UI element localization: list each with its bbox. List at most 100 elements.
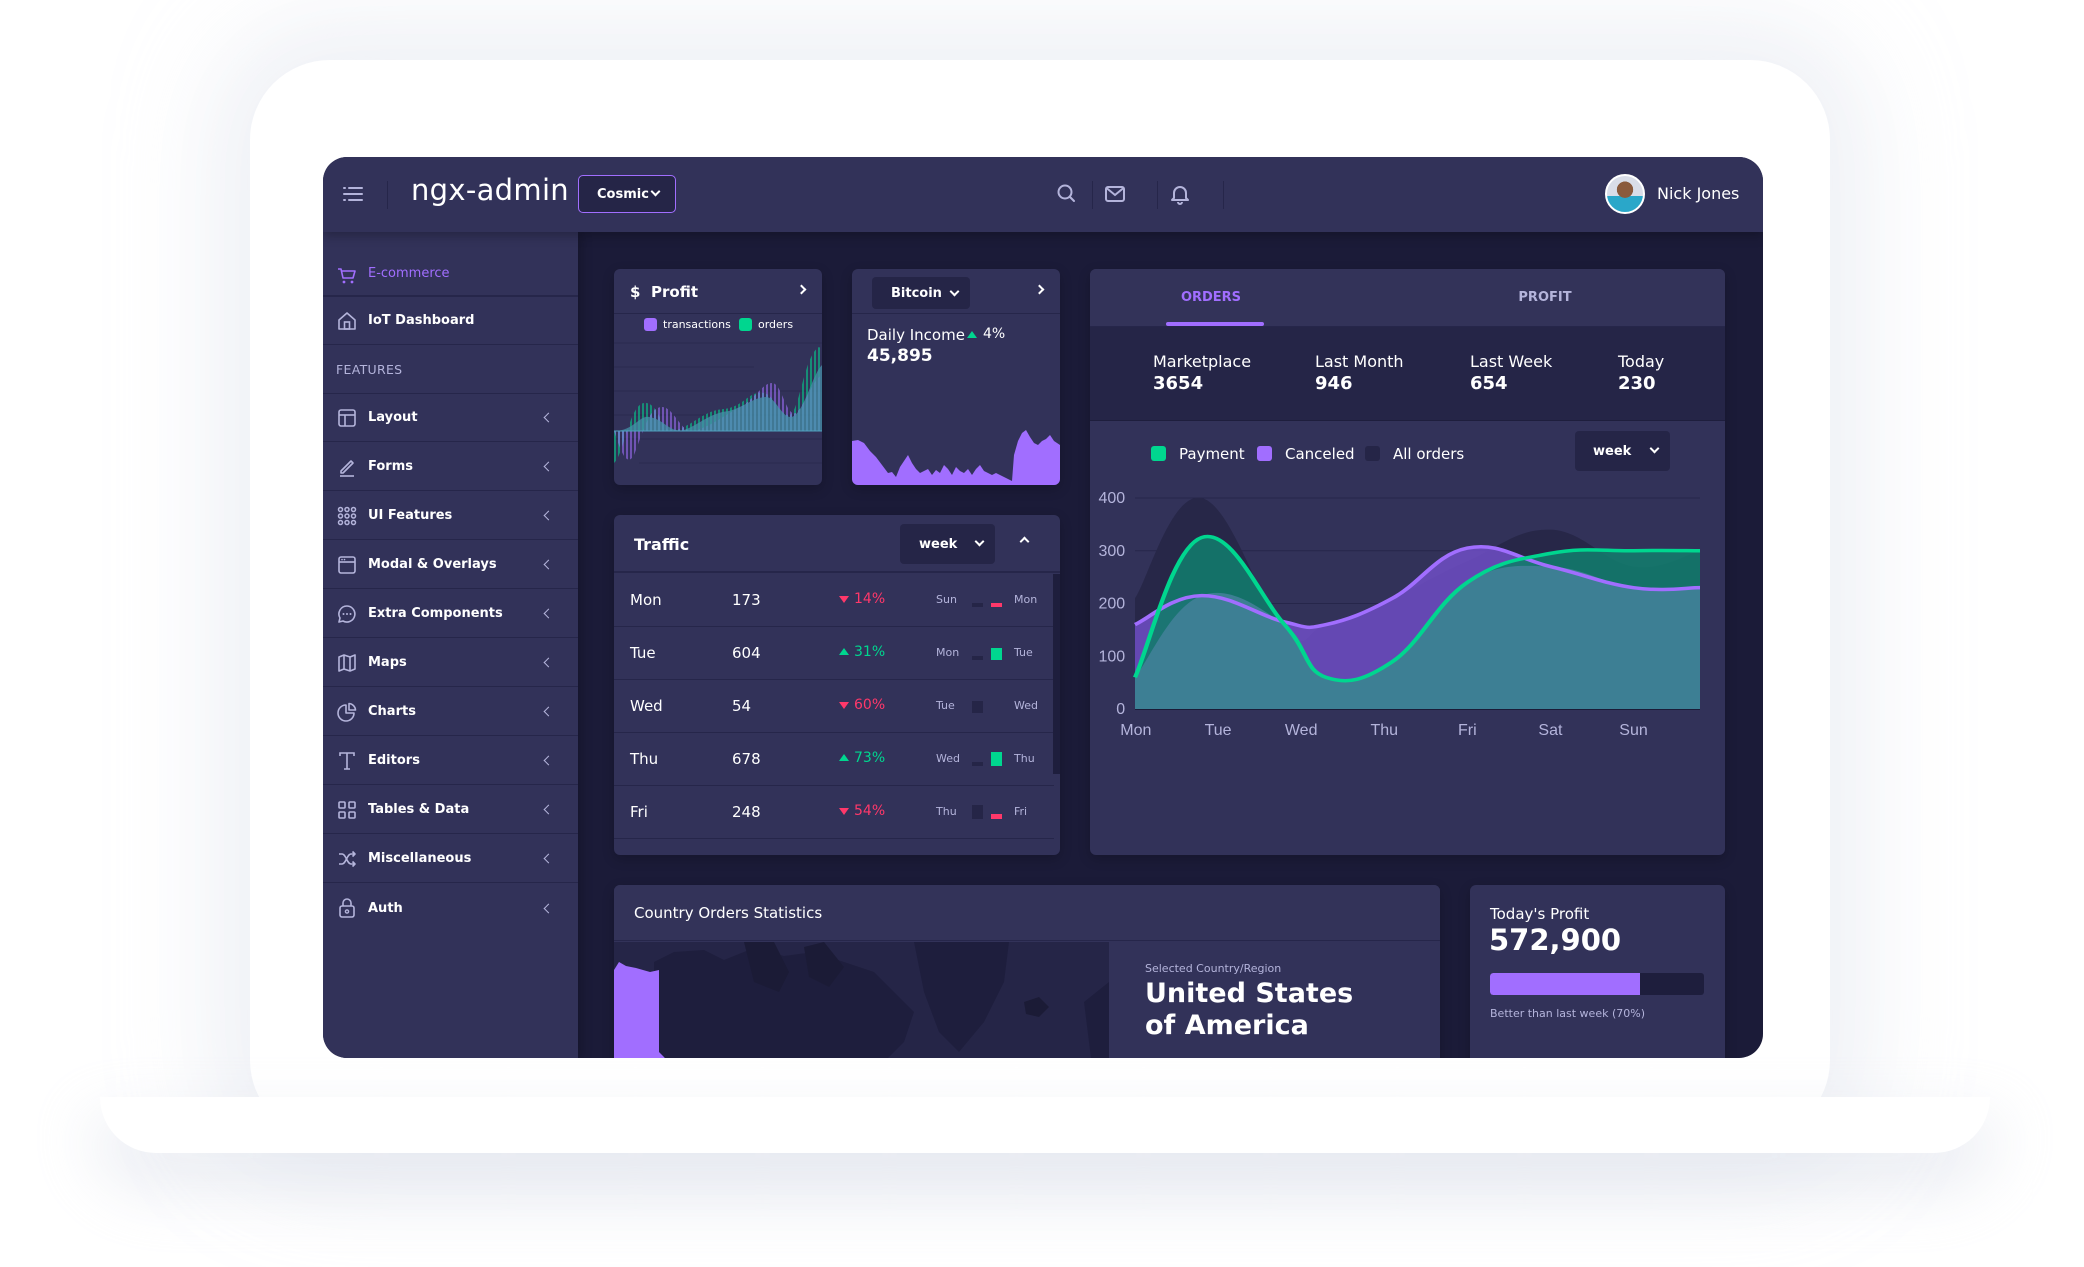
sidebar-item-label: Tables & Data (368, 802, 470, 817)
selected-country-label: Selected Country/Region (1145, 962, 1282, 975)
y-tick-label: 200 (1098, 596, 1125, 613)
sidebar-item-label: Maps (368, 655, 407, 670)
chevron-right-icon[interactable] (796, 284, 807, 295)
traffic-value: 248 (732, 803, 761, 821)
arrow-down-icon (839, 808, 849, 815)
divider (1092, 181, 1093, 209)
traffic-period-select[interactable]: week (900, 524, 995, 564)
card-title: Country Orders Statistics (634, 904, 823, 922)
scrollbar[interactable] (1053, 574, 1060, 774)
tab-active-indicator (1166, 322, 1264, 326)
sidebar-item-e-commerce[interactable]: E-commerce (323, 252, 578, 296)
divider (1223, 181, 1224, 209)
user-avatar[interactable] (1605, 174, 1645, 214)
traffic-prev-bar (972, 602, 983, 607)
sidebar-item-maps[interactable]: Maps (323, 639, 578, 687)
sidebar-item-label: IoT Dashboard (368, 313, 475, 328)
sidebar-item-modal-overlays[interactable]: Modal & Overlays (323, 541, 578, 589)
traffic-curr-day: Wed (1014, 699, 1038, 712)
sidebar-item-label: Extra Components (368, 606, 503, 621)
sidebar-item-ui-features[interactable]: UI Features (323, 492, 578, 540)
sidebar-item-charts[interactable]: Charts (323, 688, 578, 736)
traffic-curr-day: Tue (1014, 646, 1033, 659)
chevron-left-icon (543, 608, 554, 619)
user-name[interactable]: Nick Jones (1657, 184, 1739, 203)
profit-mini-chart (614, 342, 822, 464)
stat-value: 230 (1618, 373, 1656, 394)
sidebar-item-label: Editors (368, 753, 420, 768)
traffic-card: Traffic week Mon 173 14% Sun Mon Tue 604 31% Mon… (614, 515, 1060, 855)
sidebar-item-miscellaneous[interactable]: Miscellaneous (323, 835, 578, 883)
traffic-day: Tue (630, 644, 656, 662)
menu-toggle-button[interactable] (343, 183, 365, 205)
tab-profit[interactable]: PROFIT (1490, 269, 1600, 326)
profit-legend: transactions orders (614, 314, 822, 336)
search-button[interactable] (1051, 179, 1081, 209)
sidebar-group-label: FEATURES (336, 362, 403, 377)
mail-button[interactable] (1100, 179, 1130, 209)
app-window: ngx-admin Cosmic Nick Jones E-commerce I… (323, 157, 1763, 1058)
layout-icon (338, 409, 356, 427)
collapse-chevron-up-icon[interactable] (1019, 536, 1030, 547)
traffic-curr-day: Fri (1014, 805, 1028, 818)
chart-legend: Payment Canceled All orders week (1090, 421, 1725, 481)
legend-swatch-all-orders (1365, 446, 1380, 461)
arrow-up-icon (967, 331, 977, 338)
menu-icon-line (348, 187, 363, 189)
legend-label: Payment (1179, 445, 1245, 463)
stat-label: Today (1618, 352, 1665, 371)
traffic-day: Fri (630, 803, 648, 821)
traffic-value: 678 (732, 750, 761, 768)
profit-value: 572,900 (1489, 923, 1622, 957)
legend-label: All orders (1393, 445, 1465, 463)
stat-label: Last Month (1315, 352, 1404, 371)
sidebar-item-auth[interactable]: Auth (323, 884, 578, 932)
sidebar-item-forms[interactable]: Forms (323, 443, 578, 491)
chevron-right-icon[interactable] (1034, 284, 1045, 295)
x-tick-label: Fri (1458, 722, 1477, 739)
menu-icon (343, 187, 346, 189)
traffic-curr-bar (991, 813, 1002, 819)
sidebar-item-editors[interactable]: Editors (323, 737, 578, 785)
traffic-list: Mon 173 14% Sun Mon Tue 604 31% Mon Tue Wed 54 60% Tu… (614, 574, 1054, 855)
sidebar-item-label: Miscellaneous (368, 851, 472, 866)
chart-period-select[interactable]: week (1575, 431, 1670, 471)
laptop-base (100, 1097, 1990, 1153)
orders-stats: Marketplace 3654 Last Month 946 Last Wee… (1090, 327, 1725, 421)
tab-orders[interactable]: ORDERS (1166, 269, 1264, 326)
arrow-down-icon (839, 702, 849, 709)
orders-chart-card: ORDERS PROFIT Marketplace 3654 Last Mont… (1090, 269, 1725, 855)
edit-icon (340, 460, 354, 477)
browser-icon (338, 556, 356, 574)
chevron-left-icon (543, 853, 554, 864)
sidebar-item-iot-dashboard[interactable]: IoT Dashboard (323, 296, 578, 345)
traffic-curr-day: Thu (1014, 752, 1035, 765)
sidebar-item-extra-components[interactable]: Extra Components (323, 590, 578, 638)
sidebar-item-tables-data[interactable]: Tables & Data (323, 786, 578, 834)
world-map[interactable] (614, 942, 1109, 1058)
traffic-curr-day: Mon (1014, 593, 1038, 606)
chevron-down-icon (1649, 443, 1660, 454)
traffic-prev-day: Sun (936, 593, 957, 606)
x-tick-label: Sun (1619, 722, 1647, 739)
traffic-prev-bar (972, 762, 983, 766)
sidebar: E-commerce IoT Dashboard FEATURES Layout… (323, 232, 578, 1058)
sidebar-item-layout[interactable]: Layout (323, 394, 578, 442)
chevron-left-icon (543, 461, 554, 472)
chevron-left-icon (543, 755, 554, 766)
stat-value: 946 (1315, 373, 1353, 394)
theme-select[interactable]: Cosmic (578, 175, 676, 213)
traffic-delta: 31% (854, 644, 886, 660)
notifications-button[interactable] (1165, 179, 1195, 209)
bitcoin-card: Bitcoin Daily Income 4% 45,895 (852, 269, 1060, 485)
arrow-up-icon (839, 754, 849, 761)
mail-icon (1105, 186, 1125, 202)
message-circle-icon (338, 605, 356, 623)
traffic-prev-day: Mon (936, 646, 960, 659)
app-logo[interactable]: ngx-admin (411, 173, 569, 207)
currency-select[interactable]: Bitcoin (872, 277, 970, 309)
sidebar-item-label: Modal & Overlays (368, 557, 497, 572)
chevron-down-icon (949, 286, 960, 297)
traffic-day: Wed (630, 697, 663, 715)
traffic-row: Fri 248 54% Thu Fri (614, 786, 1054, 839)
